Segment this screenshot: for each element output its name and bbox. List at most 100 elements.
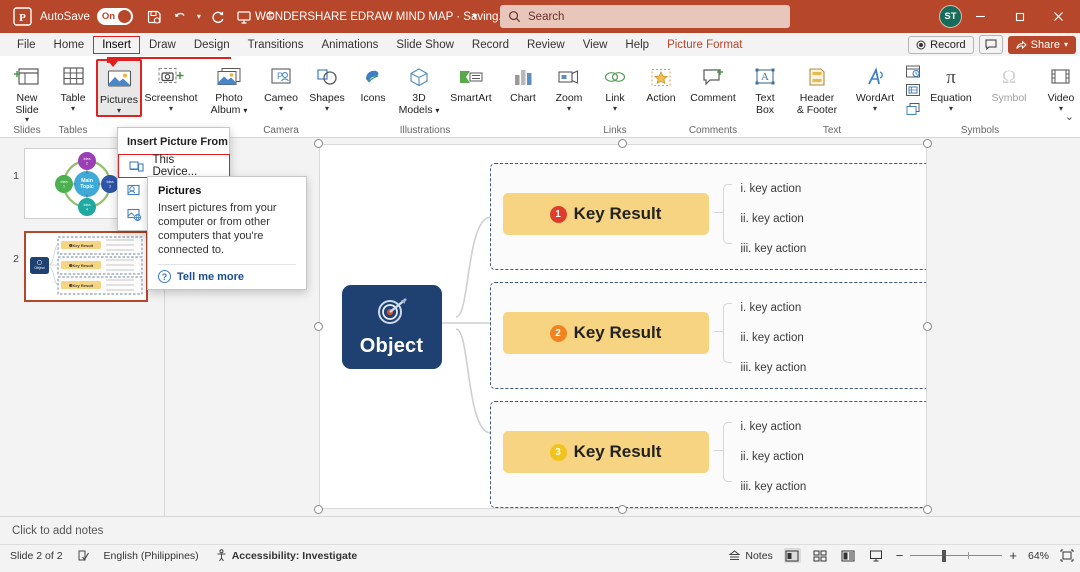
icons-button[interactable]: Icons <box>350 59 396 105</box>
link-button[interactable]: Link ▾ <box>592 59 638 113</box>
notes-pane[interactable]: Click to add notes <box>0 516 1080 544</box>
notes-button[interactable]: Notes <box>728 550 773 562</box>
language-label[interactable]: English (Philippines) <box>104 550 199 562</box>
title-dropdown-icon[interactable]: ▾ <box>462 4 488 30</box>
accessibility-icon[interactable] <box>215 549 228 562</box>
minimize-button[interactable] <box>960 0 1000 33</box>
menu-item-this-device[interactable]: This Device... <box>118 154 230 178</box>
slide-number-icon[interactable] <box>904 82 922 98</box>
smartart-button[interactable]: SmartArt <box>442 59 500 105</box>
tab-slide-show[interactable]: Slide Show <box>387 36 463 54</box>
selection-handle-mr[interactable] <box>922 322 932 331</box>
selection-handle-tc[interactable] <box>617 139 627 148</box>
chart-button[interactable]: Chart <box>500 59 546 105</box>
chevron-down-icon[interactable]: ▾ <box>169 104 173 113</box>
close-button[interactable] <box>1038 0 1078 33</box>
tab-file[interactable]: File <box>8 36 45 54</box>
restore-button[interactable] <box>1000 0 1040 33</box>
3d-models-button[interactable]: 3D Models ▾ <box>396 59 442 116</box>
chevron-down-icon[interactable]: ▾ <box>1059 104 1063 113</box>
slide-canvas[interactable]: Object 1 Key Result i. key action ii. ke… <box>318 144 927 509</box>
tab-view[interactable]: View <box>574 36 617 54</box>
chevron-down-icon[interactable]: ▾ <box>25 116 29 124</box>
text-box-button[interactable]: A Text Box <box>742 59 788 116</box>
zoom-in-button[interactable]: + <box>1009 548 1017 563</box>
undo-icon[interactable] <box>167 4 193 30</box>
selection-handle-ml[interactable] <box>313 322 323 331</box>
video-button[interactable]: Video ▾ <box>1038 59 1080 113</box>
ribbon-collapse-icon[interactable]: ⌄ <box>1065 110 1074 123</box>
comments-button[interactable] <box>978 35 1003 54</box>
shapes-button[interactable]: Shapes ▾ <box>304 59 350 113</box>
avatar[interactable]: ST <box>939 5 962 28</box>
chevron-down-icon[interactable]: ▾ <box>567 104 571 113</box>
comment-button[interactable]: Comment <box>684 59 742 105</box>
slideshow-icon[interactable] <box>868 548 885 563</box>
tab-draw[interactable]: Draw <box>140 36 185 54</box>
undo-chevron-icon[interactable]: ▾ <box>193 4 205 30</box>
save-icon[interactable] <box>141 4 167 30</box>
action-button[interactable]: Action <box>638 59 684 105</box>
zoom-level[interactable]: 64% <box>1028 550 1049 562</box>
new-slide-button[interactable]: New Slide ▾ <box>4 59 50 124</box>
zoom-track[interactable] <box>910 549 1003 562</box>
fit-slide-icon[interactable] <box>1060 549 1074 562</box>
zoom-button[interactable]: Zoom ▾ <box>546 59 592 113</box>
record-button[interactable]: Record <box>908 35 974 54</box>
chevron-down-icon[interactable]: ▾ <box>117 106 121 115</box>
tab-record[interactable]: Record <box>463 36 518 54</box>
chevron-down-icon[interactable]: ▾ <box>949 104 953 113</box>
header-footer-button[interactable]: Header & Footer <box>788 59 846 116</box>
autosave-toggle[interactable]: On <box>96 8 133 25</box>
tab-help[interactable]: Help <box>616 36 658 54</box>
tab-insert[interactable]: Insert <box>93 35 140 54</box>
chevron-down-icon[interactable]: ▾ <box>613 104 617 113</box>
key-result-group-1[interactable]: 1 Key Result i. key action ii. key actio… <box>489 163 926 270</box>
zoom-knob[interactable] <box>942 549 946 562</box>
key-result-bar-3[interactable]: 3 Key Result <box>502 431 709 473</box>
thumbnail-row-2[interactable]: 2 Object ❶Key Result ❷Key Result ❸Key Re… <box>0 227 164 302</box>
wordart-button[interactable]: WordArt ▾ <box>846 59 904 113</box>
chevron-down-icon[interactable]: ▾ <box>71 104 75 113</box>
table-button[interactable]: Table ▾ <box>50 59 96 113</box>
key-result-group-3[interactable]: 3 Key Result i. key action ii. key actio… <box>489 401 926 508</box>
selection-handle-bc[interactable] <box>617 505 627 514</box>
spellcheck-icon[interactable] <box>77 549 90 562</box>
reading-view-icon[interactable] <box>840 548 857 563</box>
equation-button[interactable]: π Equation ▾ <box>922 59 980 113</box>
chevron-down-icon[interactable]: ▾ <box>325 104 329 113</box>
tab-picture-format[interactable]: Picture Format <box>658 36 751 54</box>
selection-handle-tr[interactable] <box>922 139 932 148</box>
share-button[interactable]: Share ▾ <box>1007 35 1076 54</box>
date-time-icon[interactable] <box>904 63 922 79</box>
chevron-down-icon[interactable]: ▾ <box>873 104 877 113</box>
slide-counter[interactable]: Slide 2 of 2 <box>10 550 63 562</box>
object-icon[interactable] <box>904 101 922 117</box>
selection-handle-br[interactable] <box>922 505 932 514</box>
zoom-out-button[interactable]: − <box>896 548 904 563</box>
tab-animations[interactable]: Animations <box>312 36 387 54</box>
slide-thumbnail-2[interactable]: Object ❶Key Result ❷Key Result ❸Key Resu… <box>24 231 148 302</box>
search-input[interactable]: Search <box>500 5 790 28</box>
tab-transitions[interactable]: Transitions <box>239 36 313 54</box>
pictures-button[interactable]: Pictures ▾ <box>96 59 142 117</box>
tab-home[interactable]: Home <box>45 36 94 54</box>
key-result-bar-1[interactable]: 1 Key Result <box>502 193 709 235</box>
accessibility-status[interactable]: Accessibility: Investigate <box>232 550 357 562</box>
key-result-bar-2[interactable]: 2 Key Result <box>502 312 709 354</box>
chevron-down-icon[interactable]: ▾ <box>279 104 283 113</box>
object-node[interactable]: Object <box>341 285 442 369</box>
normal-view-icon[interactable] <box>783 548 801 563</box>
tab-review[interactable]: Review <box>518 36 574 54</box>
zoom-slider[interactable]: − + <box>896 548 1017 563</box>
present-icon[interactable] <box>231 4 257 30</box>
screenshot-button[interactable]: Screenshot ▾ <box>142 59 200 113</box>
slide-sorter-icon[interactable] <box>812 548 829 563</box>
key-result-group-2[interactable]: 2 Key Result i. key action ii. key actio… <box>489 282 926 389</box>
tab-design[interactable]: Design <box>185 36 239 54</box>
photo-album-button[interactable]: Photo Album ▾ <box>200 59 258 116</box>
selection-handle-bl[interactable] <box>313 505 323 514</box>
redo-icon[interactable] <box>205 4 231 30</box>
tell-me-more-link[interactable]: ? Tell me more <box>158 270 296 283</box>
cameo-button[interactable]: P Cameo ▾ <box>258 59 304 113</box>
